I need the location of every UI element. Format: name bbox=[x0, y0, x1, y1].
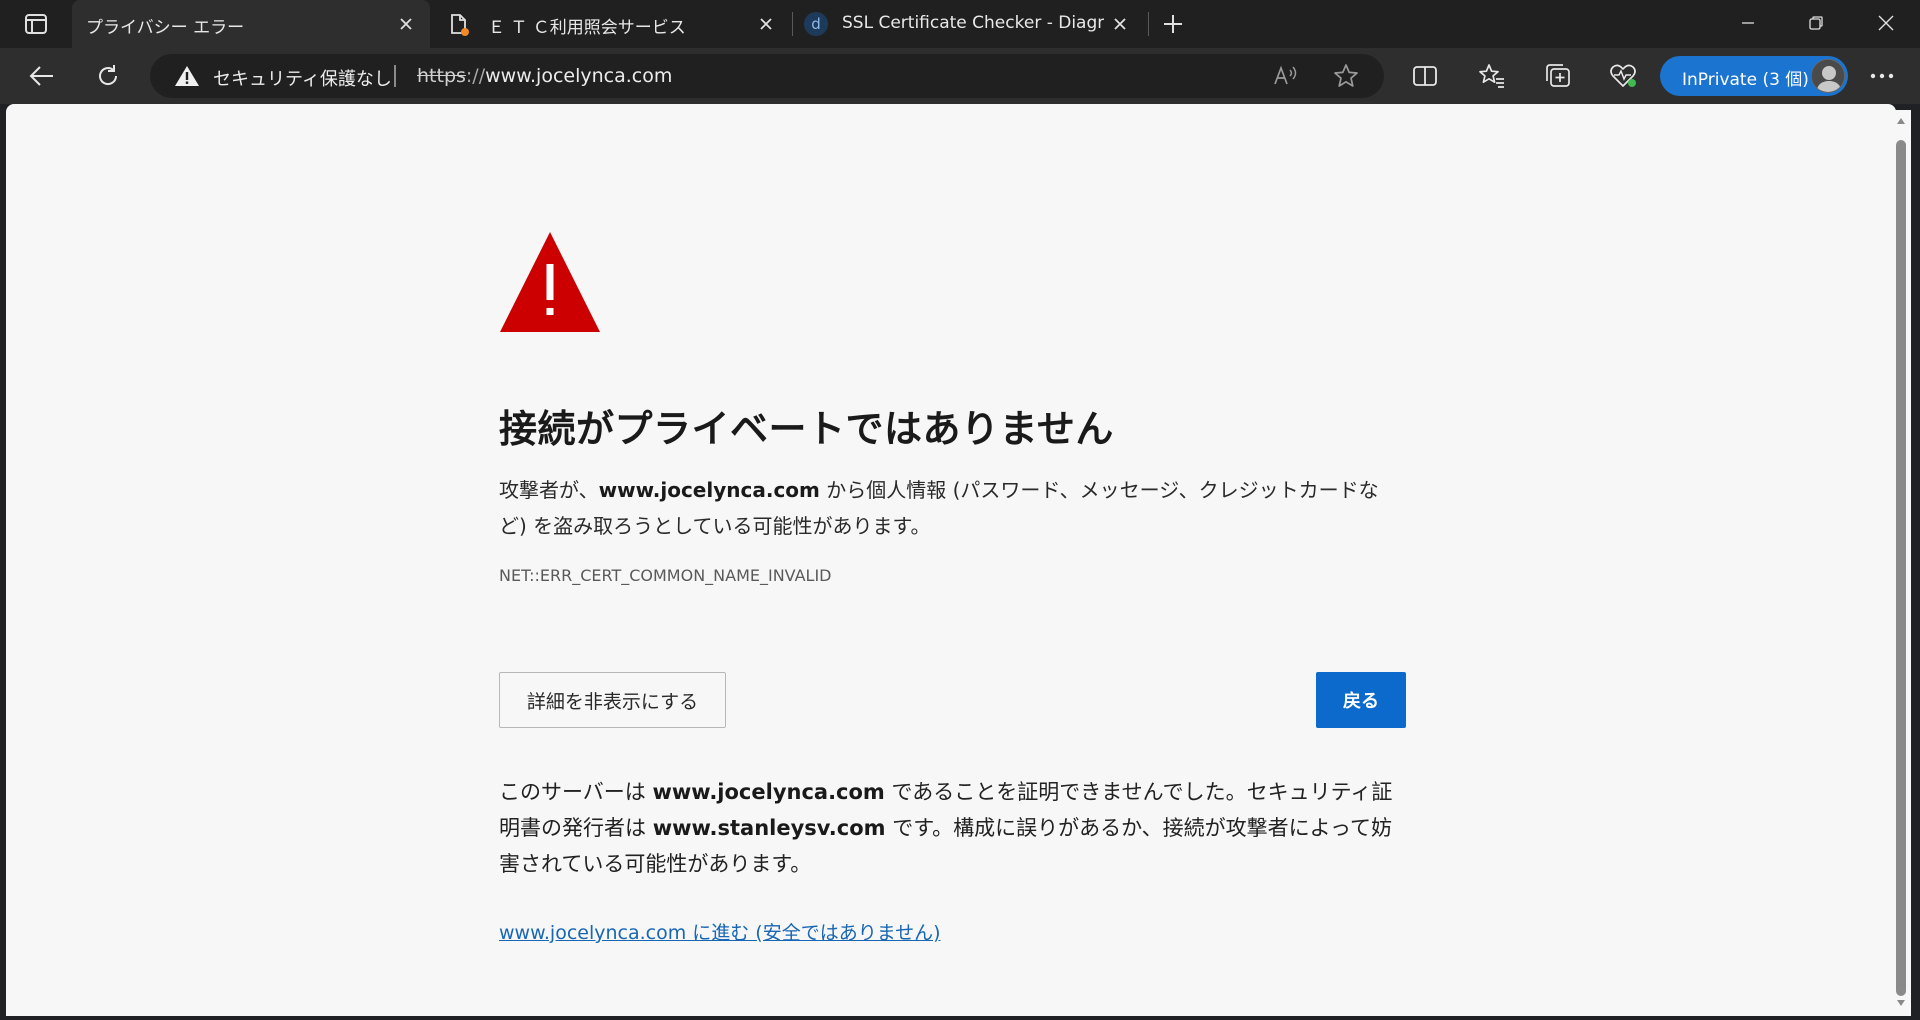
scrollbar[interactable] bbox=[1891, 110, 1911, 1016]
tab-title: プライバシー エラー bbox=[86, 18, 245, 38]
more-dots-icon bbox=[1870, 73, 1894, 79]
tab-actions-icon bbox=[25, 14, 47, 34]
close-tab-icon[interactable] bbox=[1108, 12, 1132, 36]
hide-details-button[interactable]: 詳細を非表示にする bbox=[499, 672, 726, 728]
close-window-button[interactable] bbox=[1858, 0, 1914, 46]
scroll-down-arrow-icon[interactable] bbox=[1896, 998, 1906, 1008]
details-issuer: www.stanleysv.com bbox=[652, 816, 886, 840]
error-description: 攻撃者が、www.jocelynca.com から個人情報 (パスワード、メッセ… bbox=[499, 472, 1399, 544]
settings-more-button[interactable] bbox=[1864, 58, 1900, 94]
page-content: 接続がプライベートではありません 攻撃者が、www.jocelynca.com … bbox=[6, 104, 1896, 1016]
url-text[interactable]: https://www.jocelynca.com bbox=[417, 65, 672, 87]
scroll-up-arrow-icon[interactable] bbox=[1896, 116, 1906, 126]
tab-title: Ｅ Ｔ Ｃ利用照会サービス bbox=[488, 18, 686, 38]
tab-strip: プライバシー エラー Ｅ Ｔ Ｃ利用照会サービス d SSL Certifica… bbox=[0, 0, 1920, 48]
tab-privacy-error[interactable]: プライバシー エラー bbox=[72, 0, 430, 48]
tab-separator bbox=[792, 12, 793, 36]
url-scheme: https bbox=[417, 65, 466, 87]
details-paragraph: このサーバーは www.jocelynca.com であることを証明できませんで… bbox=[499, 774, 1399, 882]
browser-essentials-button[interactable] bbox=[1606, 58, 1642, 94]
split-screen-button[interactable] bbox=[1407, 58, 1443, 94]
tab-actions-button[interactable] bbox=[18, 10, 54, 38]
collections-icon bbox=[1546, 64, 1570, 87]
url-host: www.jocelynca.com bbox=[485, 65, 673, 87]
details-text: このサーバーは bbox=[499, 780, 653, 804]
new-tab-button[interactable] bbox=[1158, 10, 1188, 38]
url-separator: :// bbox=[465, 65, 486, 87]
favorites-list-icon bbox=[1479, 64, 1504, 88]
refresh-icon bbox=[99, 65, 118, 85]
minimize-icon bbox=[1742, 22, 1754, 24]
arrow-left-icon bbox=[29, 66, 53, 86]
tab-title: SSL Certificate Checker - Diagnos bbox=[842, 13, 1104, 33]
details-domain: www.jocelynca.com bbox=[652, 780, 885, 804]
address-bar[interactable]: セキュリティ保護なし https://www.jocelynca.com bbox=[150, 54, 1384, 98]
tab-etc-service[interactable]: Ｅ Ｔ Ｃ利用照会サービス bbox=[438, 0, 788, 48]
description-domain: www.jocelynca.com bbox=[598, 478, 820, 502]
inprivate-label: InPrivate (3 個) bbox=[1682, 70, 1809, 90]
close-tab-icon[interactable] bbox=[394, 12, 418, 36]
plus-icon bbox=[1164, 15, 1182, 33]
omnibox-divider bbox=[394, 65, 396, 87]
restore-button[interactable] bbox=[1788, 0, 1844, 46]
site-d-icon: d bbox=[804, 12, 828, 36]
collections-button[interactable] bbox=[1540, 58, 1576, 94]
error-code[interactable]: NET::ERR_CERT_COMMON_NAME_INVALID bbox=[499, 566, 832, 585]
back-button[interactable]: 戻る bbox=[1316, 672, 1406, 728]
heart-pulse-icon bbox=[1610, 64, 1636, 87]
favorites-button[interactable] bbox=[1474, 58, 1510, 94]
description-text: 攻撃者が、 bbox=[499, 478, 599, 502]
read-aloud-icon[interactable] bbox=[1272, 62, 1300, 90]
tab-separator bbox=[1148, 12, 1149, 36]
proceed-unsafe-link[interactable]: www.jocelynca.com に進む (安全ではありません) bbox=[499, 918, 941, 945]
tab-ssl-checker[interactable]: d SSL Certificate Checker - Diagnos bbox=[796, 0, 1148, 48]
document-icon bbox=[446, 12, 470, 36]
browser-toolbar: セキュリティ保護なし https://www.jocelynca.com InP… bbox=[0, 48, 1920, 104]
inprivate-button[interactable]: InPrivate (3 個) bbox=[1660, 56, 1848, 96]
page-title: 接続がプライベートではありません bbox=[499, 407, 1114, 451]
scrollbar-thumb[interactable] bbox=[1896, 140, 1906, 996]
minimize-button[interactable] bbox=[1720, 0, 1776, 46]
close-icon bbox=[1878, 15, 1894, 31]
star-favorite-icon[interactable] bbox=[1332, 62, 1360, 90]
avatar bbox=[1811, 59, 1845, 93]
split-screen-icon bbox=[1413, 66, 1437, 86]
close-tab-icon[interactable] bbox=[754, 12, 778, 36]
warning-triangle-icon[interactable] bbox=[174, 65, 200, 91]
back-nav-button[interactable] bbox=[24, 58, 60, 94]
security-status-label[interactable]: セキュリティ保護なし bbox=[213, 65, 392, 91]
restore-icon bbox=[1809, 16, 1823, 30]
warning-triangle-icon bbox=[500, 232, 600, 332]
refresh-button[interactable] bbox=[90, 58, 126, 94]
